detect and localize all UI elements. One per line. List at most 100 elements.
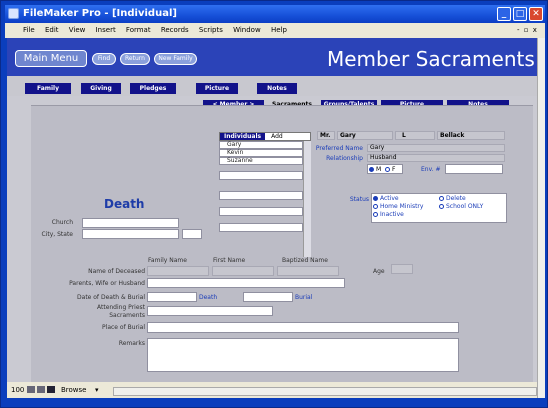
status-inactive-radio[interactable]: Inactive [373,211,404,218]
relationship-field[interactable]: Husband [367,154,505,162]
death-heading: Death [104,197,145,211]
page-title: Member Sacraments [327,47,535,71]
sacraments-label: Sacraments [109,312,145,319]
close-icon[interactable]: ✕ [529,7,543,21]
mode-dropdown-icon[interactable]: ▾ [95,382,99,398]
tab-picture[interactable]: Picture [196,83,238,94]
list-blank-row[interactable] [219,207,303,216]
state-field[interactable] [182,229,202,239]
status-inactive-label: Inactive [380,211,404,218]
last-name-field[interactable]: Bellack [437,131,505,140]
burial-date-field[interactable] [243,292,293,302]
maximize-icon[interactable]: □ [513,7,527,21]
individuals-list[interactable]: Gary Kevin Suzanne [219,141,311,257]
menu-edit[interactable]: Edit [45,26,59,34]
menu-format[interactable]: Format [126,26,151,34]
menu-insert[interactable]: Insert [96,26,116,34]
list-blank-row[interactable] [219,191,303,200]
name-of-deceased-label: Name of Deceased [88,268,145,275]
remarks-label: Remarks [118,340,145,347]
relationship-label: Relationship [326,155,363,162]
age-field[interactable] [391,264,413,274]
title-bar: FileMaker Pro - [Individual] [5,5,545,23]
death-date-field[interactable] [147,292,197,302]
list-item[interactable]: Kevin [223,149,243,157]
menu-file[interactable]: File [23,26,35,34]
individuals-header: Individuals Add [219,132,311,141]
place-of-burial-field[interactable] [147,322,459,333]
sex-m-radio[interactable]: M [369,166,381,173]
vertical-scrollbar[interactable] [537,38,545,398]
new-family-button[interactable]: New Family [154,53,197,65]
tab-family[interactable]: Family [25,83,71,94]
horizontal-scrollbar[interactable] [113,387,537,396]
list-blank-row[interactable] [219,171,303,180]
menu-window[interactable]: Window [233,26,261,34]
individuals-label: Individuals [220,133,266,140]
filemaker-window: FileMaker Pro - [Individual] _ □ ✕ File … [0,0,548,408]
status-home-label: Home Ministry [380,203,424,210]
parents-label: Parents, Wife or Husband [69,280,145,287]
status-label: Status [349,196,369,203]
church-label: Church [51,219,73,226]
sex-f-radio[interactable]: F [385,166,395,173]
status-home-radio[interactable]: Home Ministry [373,203,423,210]
city-state-label: City, State [41,231,73,238]
return-button[interactable]: Return [120,53,150,65]
parents-field[interactable] [147,278,345,288]
date-of-death-label: Date of Death & Burial [77,294,145,301]
menu-view[interactable]: View [69,26,86,34]
first-name-field[interactable]: Gary [337,131,393,140]
burial-date-label: Burial [295,294,313,301]
main-menu-button[interactable]: Main Menu [15,50,87,67]
place-of-burial-label: Place of Burial [102,324,145,331]
prefix-field[interactable]: Mr. [317,131,335,140]
tab-notes[interactable]: Notes [257,83,297,94]
city-field[interactable] [82,229,179,239]
layout-area: Main Menu Find Return New Family Member … [7,38,537,382]
status-school-radio[interactable]: School ONLY [439,203,483,210]
status-active-label: Active [380,195,399,202]
list-blank-row[interactable] [219,223,303,232]
church-field[interactable] [82,218,179,228]
zoom-out-icon[interactable] [27,386,35,393]
status-delete-label: Delete [446,195,466,202]
envelope-field[interactable] [445,164,503,174]
add-button[interactable]: Add [265,133,289,140]
sex-f-label: F [392,166,396,173]
attending-priest-label: Attending Priest [96,304,145,311]
remarks-field[interactable] [147,338,459,372]
family-name-field[interactable] [147,266,209,276]
status-active-radio[interactable]: Active [373,195,399,202]
find-button[interactable]: Find [92,53,116,65]
mode-selector[interactable]: Browse [61,382,87,398]
status-area-toggle-icon[interactable] [47,386,55,393]
menu-bar: File Edit View Insert Format Records Scr… [5,23,545,38]
zoom-level[interactable]: 100 [11,382,24,398]
preferred-name-label: Preferred Name [315,145,363,152]
menu-records[interactable]: Records [161,26,189,34]
baptized-name-header: Baptized Name [282,257,328,264]
status-delete-radio[interactable]: Delete [439,195,466,202]
zoom-in-icon[interactable] [37,386,45,393]
menu-scripts[interactable]: Scripts [199,26,223,34]
tab-giving[interactable]: Giving [81,83,121,94]
tab-pledges[interactable]: Pledges [130,83,176,94]
attending-priest-field[interactable] [147,306,273,316]
minimize-icon[interactable]: _ [497,7,511,21]
family-name-header: Family Name [148,257,187,264]
preferred-name-field[interactable]: Gary [367,144,505,152]
first-name-deceased-field[interactable] [212,266,274,276]
list-item[interactable]: Gary [223,141,241,149]
app-icon [8,8,19,19]
menu-help[interactable]: Help [271,26,287,34]
middle-field[interactable]: L [395,131,435,140]
sex-m-label: M [376,166,382,173]
first-name-header: First Name [213,257,246,264]
list-item[interactable]: Suzanne [223,157,253,165]
status-school-label: School ONLY [446,203,484,210]
baptized-name-field[interactable] [277,266,339,276]
age-label: Age [373,268,385,275]
envelope-label: Env. # [421,166,441,173]
mdi-controls-icon[interactable]: - ▫ x [517,25,538,36]
